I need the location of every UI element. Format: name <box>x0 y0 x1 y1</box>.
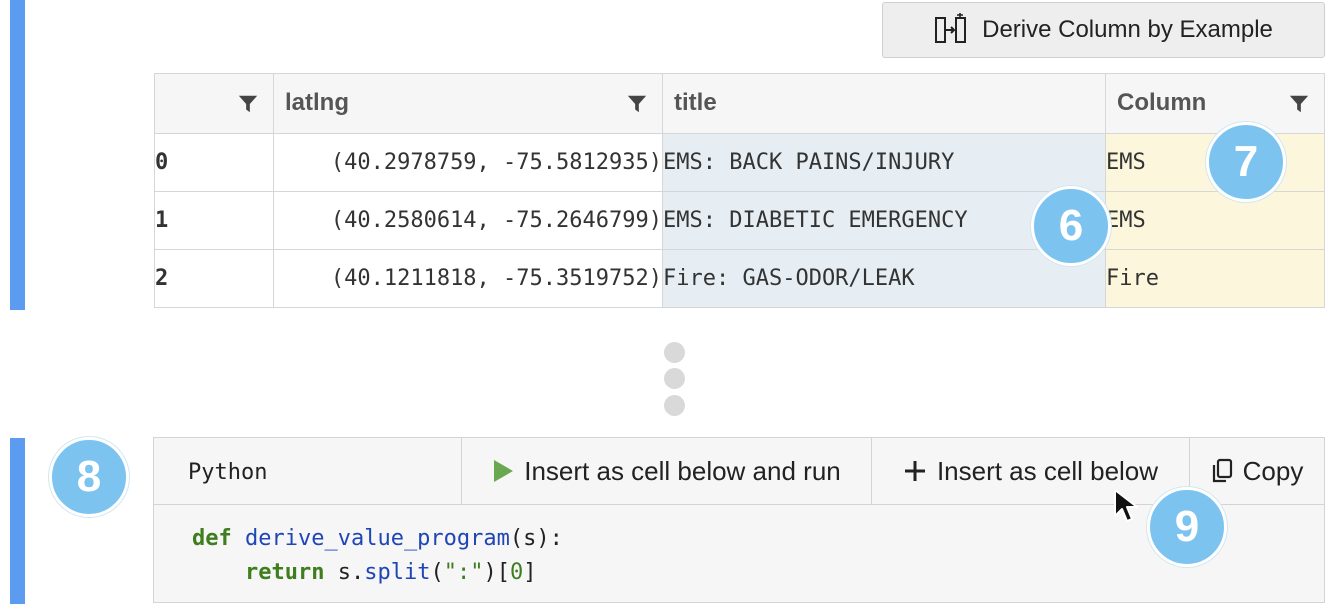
step-badge-7: 7 <box>1206 122 1286 202</box>
cell-latlng: (40.2978759, -75.5812935) <box>273 133 663 192</box>
cell-title: Fire: GAS-ODOR/LEAK <box>662 249 1106 308</box>
row-index: 0 <box>154 133 274 192</box>
code-block[interactable]: def derive_value_program(s): return s.sp… <box>192 522 563 590</box>
header-column-label: Column <box>1117 89 1207 116</box>
cell-indicator-bar-bottom <box>10 438 25 604</box>
code-number: 0 <box>509 560 524 585</box>
step-badge-8: 8 <box>49 437 129 517</box>
code-method-name: split <box>364 560 431 585</box>
table-row: 1 (40.2580614, -75.2646799) EMS: DIABETI… <box>154 191 1325 250</box>
cell-indicator-bar-top <box>10 0 25 310</box>
header-title: title <box>662 73 1106 134</box>
cell-column-entered[interactable]: EMS <box>1105 191 1325 250</box>
derive-column-icon <box>935 13 967 43</box>
dataframe-table: latlng title Column 0 (40.2978759, -75.5… <box>154 73 1325 308</box>
table-header-row: latlng title Column <box>154 73 1325 134</box>
ellipsis-dot <box>664 368 685 389</box>
code-panel-toolbar: Python Insert as cell below and run Inse… <box>154 438 1324 505</box>
table-row: 0 (40.2978759, -75.5812935) EMS: BACK PA… <box>154 133 1325 192</box>
cell-latlng: (40.2580614, -75.2646799) <box>273 191 663 250</box>
step-badge-6: 6 <box>1031 186 1111 266</box>
header-latlng-label: latlng <box>285 89 349 116</box>
copy-label: Copy <box>1242 455 1304 486</box>
code-keyword: def <box>192 526 232 551</box>
code-function-name: derive_value_program <box>245 526 510 551</box>
code-text: ( <box>430 560 444 585</box>
code-keyword: return <box>244 560 325 585</box>
plus-icon <box>904 461 925 481</box>
header-latlng: latlng <box>273 73 663 134</box>
cell-column-suggested[interactable]: Fire <box>1105 249 1325 308</box>
insert-and-run-label: Insert as cell below and run <box>524 455 841 486</box>
insert-cell-below-label: Insert as cell below <box>936 455 1159 486</box>
header-index <box>154 73 274 134</box>
language-label: Python <box>188 460 268 485</box>
play-icon <box>494 460 514 482</box>
row-index: 1 <box>154 191 274 250</box>
filter-icon[interactable] <box>626 93 648 115</box>
derive-column-button[interactable]: Derive Column by Example <box>882 2 1325 58</box>
filter-icon[interactable] <box>237 93 259 115</box>
mouse-cursor-icon <box>1114 489 1138 522</box>
header-column: Column <box>1105 73 1325 134</box>
header-title-label: title <box>674 89 717 116</box>
code-text: (s): <box>509 526 563 551</box>
derive-column-label: Derive Column by Example <box>982 16 1273 43</box>
code-string: ":" <box>443 560 484 585</box>
ellipsis-dot <box>664 395 685 416</box>
filter-icon[interactable] <box>1288 93 1310 115</box>
step-badge-9: 9 <box>1147 487 1227 567</box>
insert-and-run-button[interactable]: Insert as cell below and run <box>461 438 871 504</box>
cell-latlng: (40.1211818, -75.3519752) <box>273 249 663 308</box>
cell-title: EMS: BACK PAINS/INJURY <box>662 133 1106 192</box>
row-index: 2 <box>154 249 274 308</box>
table-row: 2 (40.1211818, -75.3519752) Fire: GAS-OD… <box>154 249 1325 308</box>
copy-icon <box>1212 458 1232 483</box>
code-text: s. <box>324 560 365 585</box>
code-text: )[ <box>483 560 510 585</box>
code-text: ] <box>523 560 537 585</box>
ellipsis-dot <box>664 342 685 363</box>
